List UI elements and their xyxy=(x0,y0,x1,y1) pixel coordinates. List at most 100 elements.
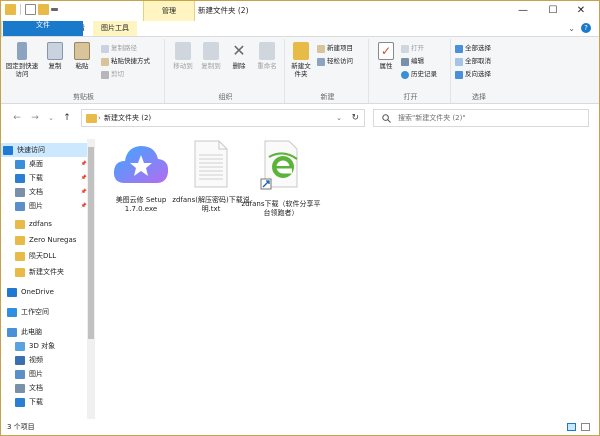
properties-button[interactable]: ✓ 属性 xyxy=(375,42,397,70)
folder-icon xyxy=(15,267,25,277)
move-to-label: 移动到 xyxy=(173,62,193,70)
sidebar-item-download[interactable]: 下载 📌 xyxy=(1,171,87,185)
pin-quick-access-button[interactable]: 固定到快速访问 xyxy=(5,42,39,78)
sidebar-item-cloud[interactable]: OneDrive xyxy=(1,285,87,299)
new-folder-button[interactable]: 新建文件夹 xyxy=(289,42,313,78)
recent-locations-button[interactable]: ⌄ xyxy=(45,111,57,125)
sidebar-item-picture[interactable]: 图片 📌 xyxy=(1,199,87,213)
title-bar: 管理 新建文件夹 (2) — ☐ ✕ xyxy=(1,1,599,21)
pin-quick-access-label: 固定到快速访问 xyxy=(5,62,39,78)
select-none-label: 全部取消 xyxy=(465,57,491,65)
sidebar-item-3d-objects[interactable]: 3D 对象 xyxy=(1,339,87,353)
up-button[interactable]: ↑ xyxy=(61,111,73,125)
select-none-icon xyxy=(455,57,463,66)
copy-path-icon xyxy=(101,44,109,53)
picture-icon xyxy=(15,369,25,379)
sidebar-item-desktop[interactable]: 桌面 📌 xyxy=(1,157,87,171)
sidebar-item-star[interactable]: 快速访问 xyxy=(1,143,87,157)
delete-button[interactable]: ✕ 删除 xyxy=(229,42,249,71)
sidebar-item-document[interactable]: 文档 📌 xyxy=(1,185,87,199)
select-all-button[interactable]: 全部选择 xyxy=(455,43,491,54)
computer-icon xyxy=(7,327,17,337)
sidebar-item-label: 文档 xyxy=(29,384,43,392)
tab-file[interactable]: 文件 xyxy=(3,21,83,36)
ribbon-expand-icon[interactable]: ⌄ xyxy=(568,21,575,36)
invert-selection-icon xyxy=(455,70,463,79)
folder-icon xyxy=(15,235,25,245)
sidebar-item-computer[interactable]: 此电脑 xyxy=(1,325,87,339)
select-none-button[interactable]: 全部取消 xyxy=(455,56,491,67)
folder-icon xyxy=(86,114,97,123)
paste-button[interactable]: 粘贴 xyxy=(69,42,95,70)
properties-label: 属性 xyxy=(379,62,393,70)
status-bar: 3 个项目 xyxy=(1,419,599,435)
path-separator: › xyxy=(98,114,101,122)
copy-to-button[interactable]: 复制到 xyxy=(198,42,224,70)
new-group: 新建文件夹 新建项目 轻松访问 新建 xyxy=(287,39,369,103)
back-button[interactable]: ← xyxy=(11,111,23,125)
copy-path-label: 复制路径 xyxy=(111,44,137,52)
sidebar-item-folder[interactable]: 陨天DLL xyxy=(1,249,87,263)
open-button[interactable]: 打开 xyxy=(401,43,424,54)
properties-icon[interactable] xyxy=(25,4,36,15)
copy-button[interactable]: 复制 xyxy=(43,42,67,70)
paste-shortcut-label: 粘贴快捷方式 xyxy=(111,57,150,65)
rename-button[interactable]: 重命名 xyxy=(253,42,281,70)
maximize-button[interactable]: ☐ xyxy=(539,1,567,21)
desktop-icon xyxy=(15,159,25,169)
details-view-icon[interactable] xyxy=(567,423,576,431)
scrollbar-thumb[interactable] xyxy=(88,147,94,339)
ribbon-tabs: 文件 主页 共享 查看 图片工具 ⌄ ? xyxy=(1,21,599,36)
sidebar-item-folder[interactable]: Zero Nuregas xyxy=(1,233,87,247)
file-item[interactable]: zdfans下载（软件分享平台领跑者） xyxy=(241,139,321,218)
address-text: 新建文件夹 (2) xyxy=(104,114,152,122)
file-item[interactable]: 美图云修 Setup 1.7.0.exe xyxy=(101,139,181,214)
qat-dropdown-icon[interactable] xyxy=(51,8,58,11)
edit-button[interactable]: 编辑 xyxy=(401,56,424,67)
document-icon xyxy=(15,383,25,393)
organize-group: 移动到 复制到 ✕ 删除 重命名 组织 xyxy=(167,39,285,103)
new-folder-label: 新建文件夹 xyxy=(291,62,311,78)
sidebar-item-picture[interactable]: 图片 xyxy=(1,367,87,381)
close-button[interactable]: ✕ xyxy=(567,1,595,21)
easy-access-button[interactable]: 轻松访问 xyxy=(317,56,353,67)
sidebar-item-download[interactable]: 下载 xyxy=(1,395,87,409)
file-item[interactable]: zdfans(解压密码)下载说明.txt xyxy=(171,139,251,214)
sidebar-item-document[interactable]: 文档 xyxy=(1,381,87,395)
sidebar-item-label: Zero Nuregas xyxy=(29,236,77,244)
minimize-button[interactable]: — xyxy=(509,1,537,21)
cut-button[interactable]: 剪切 xyxy=(101,69,124,80)
sidebar-item-folder[interactable]: 新建文件夹 xyxy=(1,265,87,279)
copy-path-button[interactable]: 复制路径 xyxy=(101,43,137,54)
sidebar-item-label: 桌面 xyxy=(29,160,43,168)
3d-objects-icon xyxy=(15,341,25,351)
help-icon[interactable]: ? xyxy=(581,23,591,33)
large-icons-view-icon[interactable] xyxy=(581,423,590,431)
workspace-icon xyxy=(7,307,17,317)
address-dropdown-icon[interactable]: ⌄ xyxy=(336,110,342,126)
new-folder-icon[interactable] xyxy=(38,4,49,15)
address-bar[interactable]: › 新建文件夹 (2) ⌄ ↻ xyxy=(81,109,365,127)
sidebar-item-folder[interactable]: zdfans xyxy=(1,217,87,231)
folder-icon xyxy=(15,251,25,261)
sidebar-item-video[interactable]: 视频 xyxy=(1,353,87,367)
tab-picture-tools[interactable]: 图片工具 xyxy=(93,21,137,36)
invert-selection-button[interactable]: 反向选择 xyxy=(455,69,491,80)
divider xyxy=(20,4,21,15)
sidebar-item-workspace[interactable]: 工作空间 xyxy=(1,305,87,319)
window-title: 新建文件夹 (2) xyxy=(198,6,249,15)
sidebar-item-label: 陨天DLL xyxy=(29,252,57,260)
nav-scrollbar[interactable] xyxy=(87,139,95,419)
navigation-bar: ← → ⌄ ↑ › 新建文件夹 (2) ⌄ ↻ 搜索"新建文件夹 (2)" xyxy=(1,107,599,129)
history-button[interactable]: 历史记录 xyxy=(401,69,437,80)
new-item-button[interactable]: 新建项目 xyxy=(317,43,353,54)
select-all-icon xyxy=(455,44,463,53)
search-box[interactable]: 搜索"新建文件夹 (2)" xyxy=(373,109,589,127)
refresh-icon[interactable]: ↻ xyxy=(351,110,359,126)
cloud-icon xyxy=(7,287,17,297)
paste-shortcut-button[interactable]: 粘贴快捷方式 xyxy=(101,56,150,67)
forward-button[interactable]: → xyxy=(29,111,41,125)
sidebar-item-label: 视频 xyxy=(29,356,43,364)
search-icon xyxy=(382,114,391,123)
move-to-button[interactable]: 移动到 xyxy=(170,42,196,70)
